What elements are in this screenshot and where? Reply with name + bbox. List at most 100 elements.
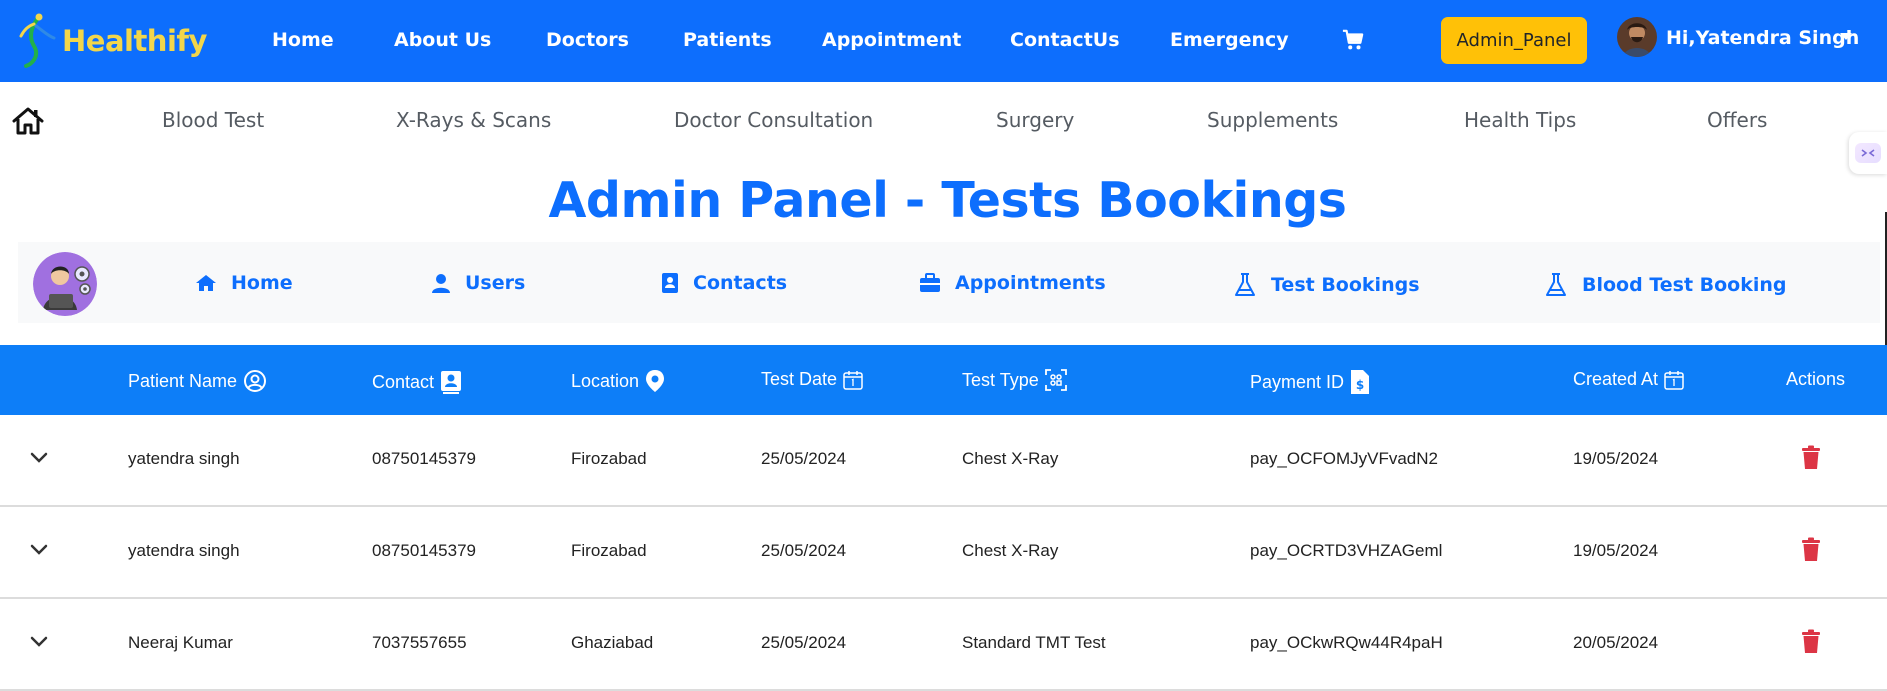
calendar-icon (843, 370, 863, 390)
nav-about-us[interactable]: About Us (394, 29, 491, 51)
subnav-supplements[interactable]: Supplements (1207, 108, 1338, 132)
cell-contact: 7037557655 (372, 633, 467, 652)
admin-nav-contacts-label: Contacts (693, 272, 788, 294)
side-extension-widget[interactable] (1849, 132, 1887, 174)
table-header: Patient Name Contact Location Test Date … (0, 345, 1887, 415)
extension-icon (1855, 143, 1881, 163)
column-payment-id: Payment ID $ (1250, 369, 1370, 395)
calendar-icon (1664, 370, 1684, 390)
invoice-dollar-icon: $ (1351, 370, 1370, 394)
admin-panel-button[interactable]: Admin_Panel (1441, 17, 1587, 64)
cell-contact: 08750145379 (372, 541, 477, 560)
cell-payment-id: pay_OCFOMJyVFvadN2 (1250, 449, 1438, 468)
cell-payment-id: pay_OCkwRQw44R4paH (1250, 633, 1443, 652)
svg-text:$: $ (1356, 378, 1364, 392)
subnav-blood-test[interactable]: Blood Test (162, 108, 264, 132)
cell-location: Ghaziabad (571, 633, 654, 652)
admin-nav-appointments-label: Appointments (955, 272, 1106, 294)
column-actions: Actions (1786, 369, 1845, 390)
flask-icon (1546, 273, 1566, 296)
table-row: yatendra singh 08750145379 Firozabad 25/… (0, 415, 1887, 507)
admin-nav-test-bookings[interactable]: Test Bookings (1233, 272, 1420, 298)
column-test-type: Test Type (962, 369, 1067, 391)
column-actions-label: Actions (1786, 369, 1846, 389)
column-created-at-label: Created At (1573, 369, 1659, 389)
user-menu[interactable]: Hi,Yatendra Singh (1666, 27, 1859, 49)
admin-nav-blood-test-booking[interactable]: Blood Test Booking (1544, 272, 1787, 298)
column-payment-id-label: Payment ID (1250, 371, 1345, 392)
top-navbar: Healthify Home About Us Doctors Patients… (0, 0, 1887, 82)
brand-link[interactable]: Healthify (18, 12, 207, 70)
cell-payment-id: pay_OCRTD3VHZAGeml (1250, 541, 1443, 560)
column-patient-name: Patient Name (128, 369, 267, 393)
user-circle-icon (244, 370, 267, 392)
subnav-xrays-scans[interactable]: X-Rays & Scans (396, 108, 551, 132)
column-contact: Contact (372, 369, 462, 395)
nav-home[interactable]: Home (272, 29, 334, 51)
chevron-down-icon[interactable] (29, 543, 49, 557)
chevron-down-icon[interactable] (29, 635, 49, 649)
cart-icon[interactable] (1342, 29, 1364, 51)
cell-created-at: 19/05/2024 (1573, 449, 1659, 468)
admin-avatar-icon (33, 252, 97, 316)
trash-icon[interactable] (1801, 445, 1821, 470)
admin-avatar (33, 252, 97, 316)
nav-appointment[interactable]: Appointment (822, 29, 961, 51)
address-book-icon (662, 273, 678, 293)
admin-nav-users-label: Users (465, 272, 526, 294)
cell-test-date: 25/05/2024 (761, 541, 847, 560)
healthify-logo-icon (19, 13, 56, 68)
column-test-date-label: Test Date (761, 369, 838, 389)
subnav-health-tips[interactable]: Health Tips (1464, 108, 1576, 132)
table-row: yatendra singh 08750145379 Firozabad 25/… (0, 507, 1887, 599)
column-contact-label: Contact (372, 371, 435, 392)
nav-doctors[interactable]: Doctors (546, 29, 629, 51)
column-test-date: Test Date (761, 369, 863, 390)
user-icon (432, 274, 450, 293)
admin-nav-users[interactable]: Users (431, 272, 525, 294)
admin-nav-home[interactable]: Home (195, 272, 293, 294)
trash-icon[interactable] (1801, 537, 1821, 562)
column-test-type-label: Test Type (962, 369, 1039, 390)
cell-test-type: Standard TMT Test (962, 633, 1106, 652)
cell-test-date: 25/05/2024 (761, 633, 847, 652)
nav-patients[interactable]: Patients (683, 29, 772, 51)
admin-nav-appointments[interactable]: Appointments (919, 272, 1106, 294)
nav-contact-us[interactable]: ContactUs (1010, 29, 1120, 51)
chevron-down-icon[interactable] (29, 451, 49, 465)
cell-contact: 08750145379 (372, 449, 477, 468)
category-navbar: Blood Test X-Rays & Scans Doctor Consult… (0, 82, 1887, 158)
column-patient-name-label: Patient Name (128, 370, 238, 391)
cell-patient-name: yatendra singh (128, 541, 240, 560)
cell-test-type: Chest X-Ray (962, 449, 1059, 468)
table-row: Neeraj Kumar 7037557655 Ghaziabad 25/05/… (0, 599, 1887, 691)
scan-icon (1044, 369, 1067, 391)
cell-patient-name: Neeraj Kumar (128, 633, 233, 652)
chevron-down-icon[interactable] (1840, 33, 1852, 40)
subnav-surgery[interactable]: Surgery (996, 108, 1074, 132)
admin-nav-home-label: Home (231, 272, 293, 294)
flask-icon (1235, 273, 1255, 296)
home-icon[interactable] (12, 107, 44, 135)
subnav-offers[interactable]: Offers (1707, 108, 1767, 132)
column-location: Location (571, 369, 665, 393)
user-avatar[interactable] (1617, 17, 1657, 57)
briefcase-icon (920, 273, 940, 292)
subnav-doctor-consultation[interactable]: Doctor Consultation (674, 108, 873, 132)
admin-nav-contacts[interactable]: Contacts (661, 272, 787, 294)
cell-test-type: Chest X-Ray (962, 541, 1059, 560)
brand-name: Healthify (62, 24, 207, 58)
column-created-at: Created At (1573, 369, 1684, 390)
cell-location: Firozabad (571, 541, 647, 560)
cell-created-at: 20/05/2024 (1573, 633, 1659, 652)
location-pin-icon (646, 370, 665, 392)
column-location-label: Location (571, 370, 640, 391)
admin-sub-navbar: Home Users Contacts Appointments Test Bo… (18, 242, 1880, 323)
contact-card-icon (441, 371, 462, 394)
cell-location: Firozabad (571, 449, 647, 468)
home-icon (196, 275, 216, 291)
nav-emergency[interactable]: Emergency (1170, 29, 1289, 51)
trash-icon[interactable] (1801, 629, 1821, 654)
cell-created-at: 19/05/2024 (1573, 541, 1659, 560)
admin-nav-test-bookings-label: Test Bookings (1271, 274, 1420, 296)
